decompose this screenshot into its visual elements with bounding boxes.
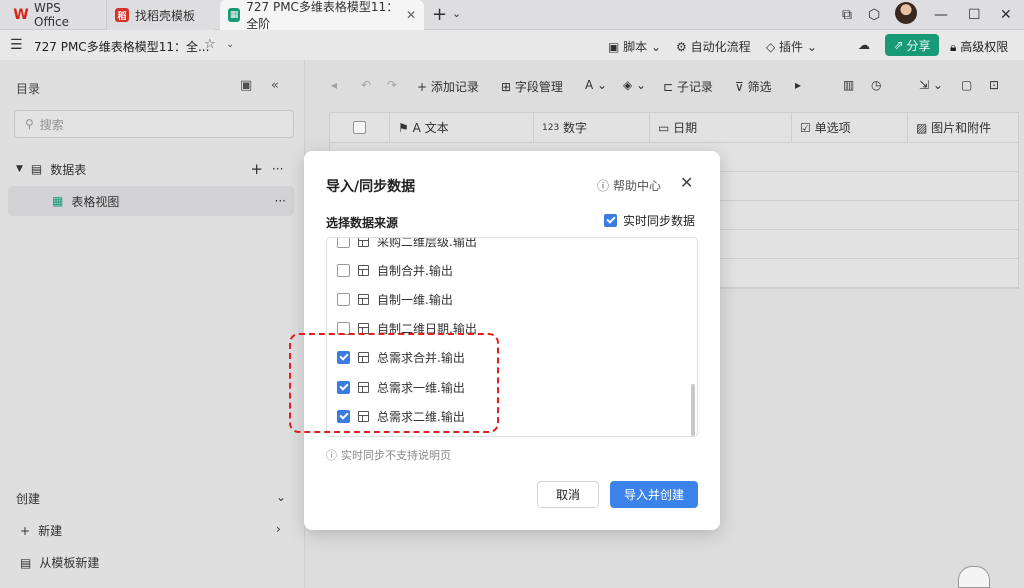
close-icon[interactable]: ✕ — [680, 173, 693, 192]
table-icon — [358, 265, 369, 276]
import-and-create-button[interactable]: 导入并创建 — [610, 481, 698, 508]
list-item-label: 自制合并.输出 — [377, 264, 453, 278]
data-source-heading: 选择数据来源 — [326, 216, 399, 230]
assistant-mascot-icon[interactable] — [958, 566, 990, 588]
list-scrollbar[interactable] — [691, 384, 695, 436]
annotation-highlight-box — [289, 333, 499, 433]
table-icon — [358, 238, 369, 247]
sync-note-label: 实时同步不支持说明页 — [341, 449, 451, 462]
list-item[interactable]: 自制一维.输出 — [337, 291, 453, 308]
checkbox-icon — [604, 214, 617, 227]
info-icon: ⓘ — [326, 449, 337, 462]
list-item-label: 自制一维.输出 — [377, 293, 453, 307]
list-item[interactable]: 采购二维层级.输出 — [337, 237, 477, 250]
help-label: 帮助中心 — [613, 179, 662, 193]
list-item-label: 采购二维层级.输出 — [377, 237, 477, 249]
cancel-button[interactable]: 取消 — [537, 481, 599, 508]
realtime-sync-label: 实时同步数据 — [623, 214, 696, 228]
dialog-title: 导入/同步数据 — [326, 179, 416, 195]
realtime-sync-checkbox[interactable]: 实时同步数据 — [604, 212, 695, 229]
list-item[interactable]: 自制合并.输出 — [337, 262, 453, 279]
question-circle-icon: ⓘ — [597, 179, 610, 193]
checkbox-icon — [337, 238, 350, 248]
table-icon — [358, 294, 369, 305]
checkbox-icon — [337, 293, 350, 306]
checkbox-icon — [337, 264, 350, 277]
sync-note[interactable]: ⓘ 实时同步不支持说明页 — [326, 447, 451, 463]
help-center-link[interactable]: ⓘ 帮助中心 — [597, 177, 661, 194]
